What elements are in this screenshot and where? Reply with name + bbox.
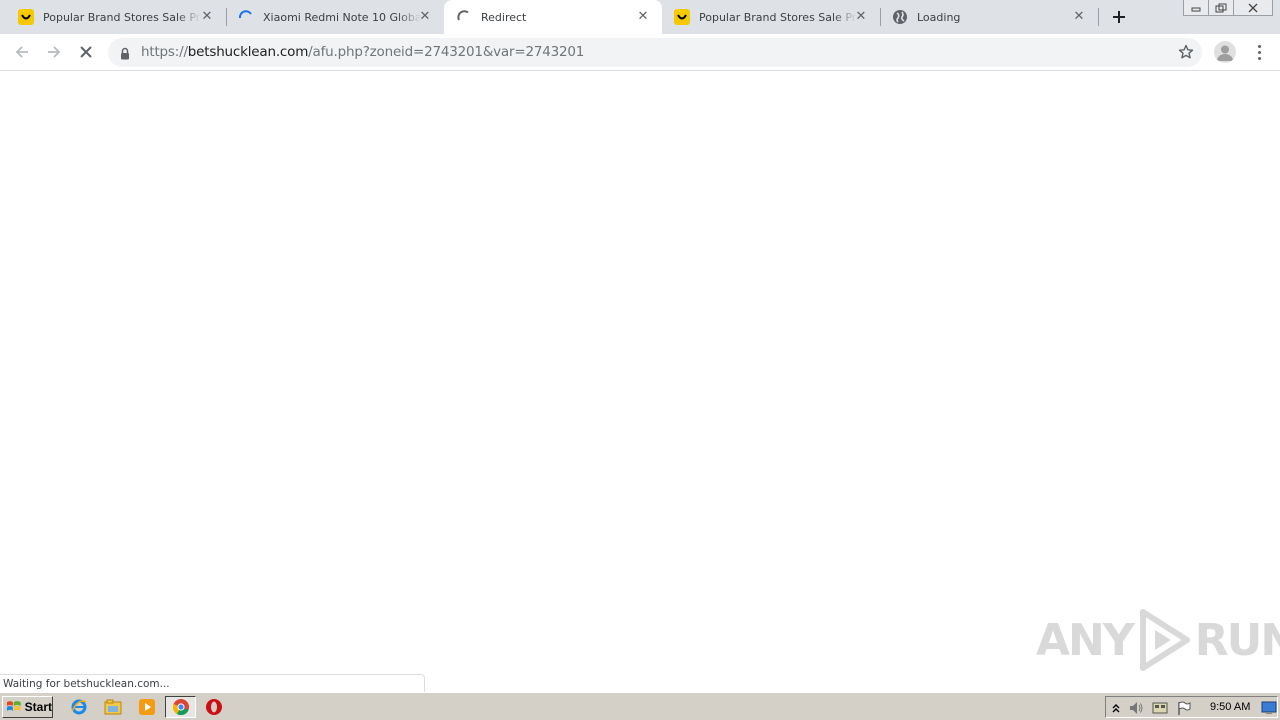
lock-icon[interactable] [120, 45, 130, 64]
tab-2-active[interactable]: Redirect ✕ [444, 0, 662, 34]
tab-title: Loading [917, 10, 961, 24]
tab-0[interactable]: Popular Brand Stores Sale Promotion ✕ [0, 0, 226, 34]
forward-arrow-icon [48, 46, 61, 58]
stop-x-icon [80, 46, 92, 58]
globe-icon [892, 9, 908, 25]
restore-icon [1215, 3, 1227, 12]
close-tab-icon[interactable]: ✕ [1072, 10, 1086, 24]
address-bar[interactable]: https://betshucklean.com/afu.php?zoneid=… [108, 38, 1202, 67]
plus-icon [1113, 11, 1125, 23]
close-tab-icon[interactable]: ✕ [200, 10, 214, 24]
forward-button[interactable] [42, 40, 66, 64]
windows-taskbar: Start 9:50 AM [0, 692, 1280, 720]
opera-taskbar-icon[interactable] [204, 697, 224, 717]
chrome-taskbar-button[interactable] [165, 696, 196, 718]
tab-strip: Popular Brand Stores Sale Promotion ✕ Xi… [0, 0, 1280, 34]
avatar-icon [1217, 45, 1233, 61]
action-center-flag-icon[interactable] [1176, 700, 1192, 716]
loading-spinner-icon [456, 9, 472, 25]
url-path: /afu.php?zoneid=2743201&var=2743201 [308, 44, 585, 60]
ie-quicklaunch-icon[interactable] [69, 697, 89, 717]
browser-toolbar: https://betshucklean.com/afu.php?zoneid=… [0, 34, 1280, 71]
tab-separator [1098, 8, 1099, 26]
watermark-right: RUN [1194, 614, 1280, 666]
url-text[interactable]: https://betshucklean.com/afu.php?zoneid=… [141, 44, 584, 60]
clock[interactable]: 9:50 AM [1210, 701, 1250, 713]
close-window-button[interactable] [1233, 0, 1273, 16]
page-content: ANY RUN Waiting for betshucklean.com... [0, 72, 1280, 693]
show-hidden-icons-icon[interactable] [1108, 700, 1124, 716]
anyrun-watermark: ANY RUN [1036, 608, 1280, 672]
system-tray: 9:50 AM [1105, 696, 1278, 718]
aliexpress-smile-icon [674, 9, 690, 25]
status-bubble: Waiting for betshucklean.com... [0, 674, 425, 693]
minimize-icon [1191, 7, 1201, 11]
loading-spinner-icon [238, 9, 254, 25]
aliexpress-smile-icon [18, 9, 34, 25]
network-icon[interactable] [1152, 700, 1168, 716]
bookmark-star-icon[interactable] [1178, 44, 1194, 64]
play-logo-icon [1139, 609, 1190, 671]
minimize-button[interactable] [1183, 0, 1209, 16]
chrome-icon [172, 699, 189, 716]
tab-1[interactable]: Xiaomi Redmi Note 10 Global Version ✕ [226, 0, 444, 34]
volume-icon[interactable] [1128, 700, 1144, 716]
tab-3[interactable]: Popular Brand Stores Sale Promotion ✕ [662, 0, 880, 34]
explorer-quicklaunch-icon[interactable] [103, 697, 123, 717]
close-icon [1248, 3, 1258, 12]
tab-4[interactable]: Loading ✕ [880, 0, 1098, 34]
close-tab-icon[interactable]: ✕ [854, 10, 868, 24]
watermark-left: ANY [1036, 614, 1135, 666]
start-button[interactable]: Start [2, 696, 53, 718]
browser-menu-button[interactable] [1250, 41, 1268, 63]
show-desktop-icon[interactable] [1261, 700, 1277, 716]
new-tab-button[interactable] [1108, 6, 1130, 28]
back-button[interactable] [10, 40, 34, 64]
start-label: Start [24, 700, 52, 714]
url-scheme: https:// [141, 44, 188, 60]
windows-flag-icon [6, 701, 21, 711]
restore-button[interactable] [1208, 0, 1234, 16]
stop-loading-button[interactable] [74, 40, 98, 64]
back-arrow-icon [15, 46, 28, 58]
close-tab-icon[interactable]: ✕ [418, 10, 432, 24]
profile-avatar-button[interactable] [1214, 41, 1236, 63]
tab-title: Popular Brand Stores Sale Promotion [43, 10, 201, 24]
tab-title: Popular Brand Stores Sale Promotion [699, 10, 857, 24]
tab-title: Xiaomi Redmi Note 10 Global Version [263, 10, 421, 24]
tab-title: Redirect [481, 10, 527, 24]
close-tab-icon[interactable]: ✕ [636, 10, 650, 24]
media-player-quicklaunch-icon[interactable] [137, 697, 157, 717]
url-host: betshucklean.com [187, 44, 309, 60]
